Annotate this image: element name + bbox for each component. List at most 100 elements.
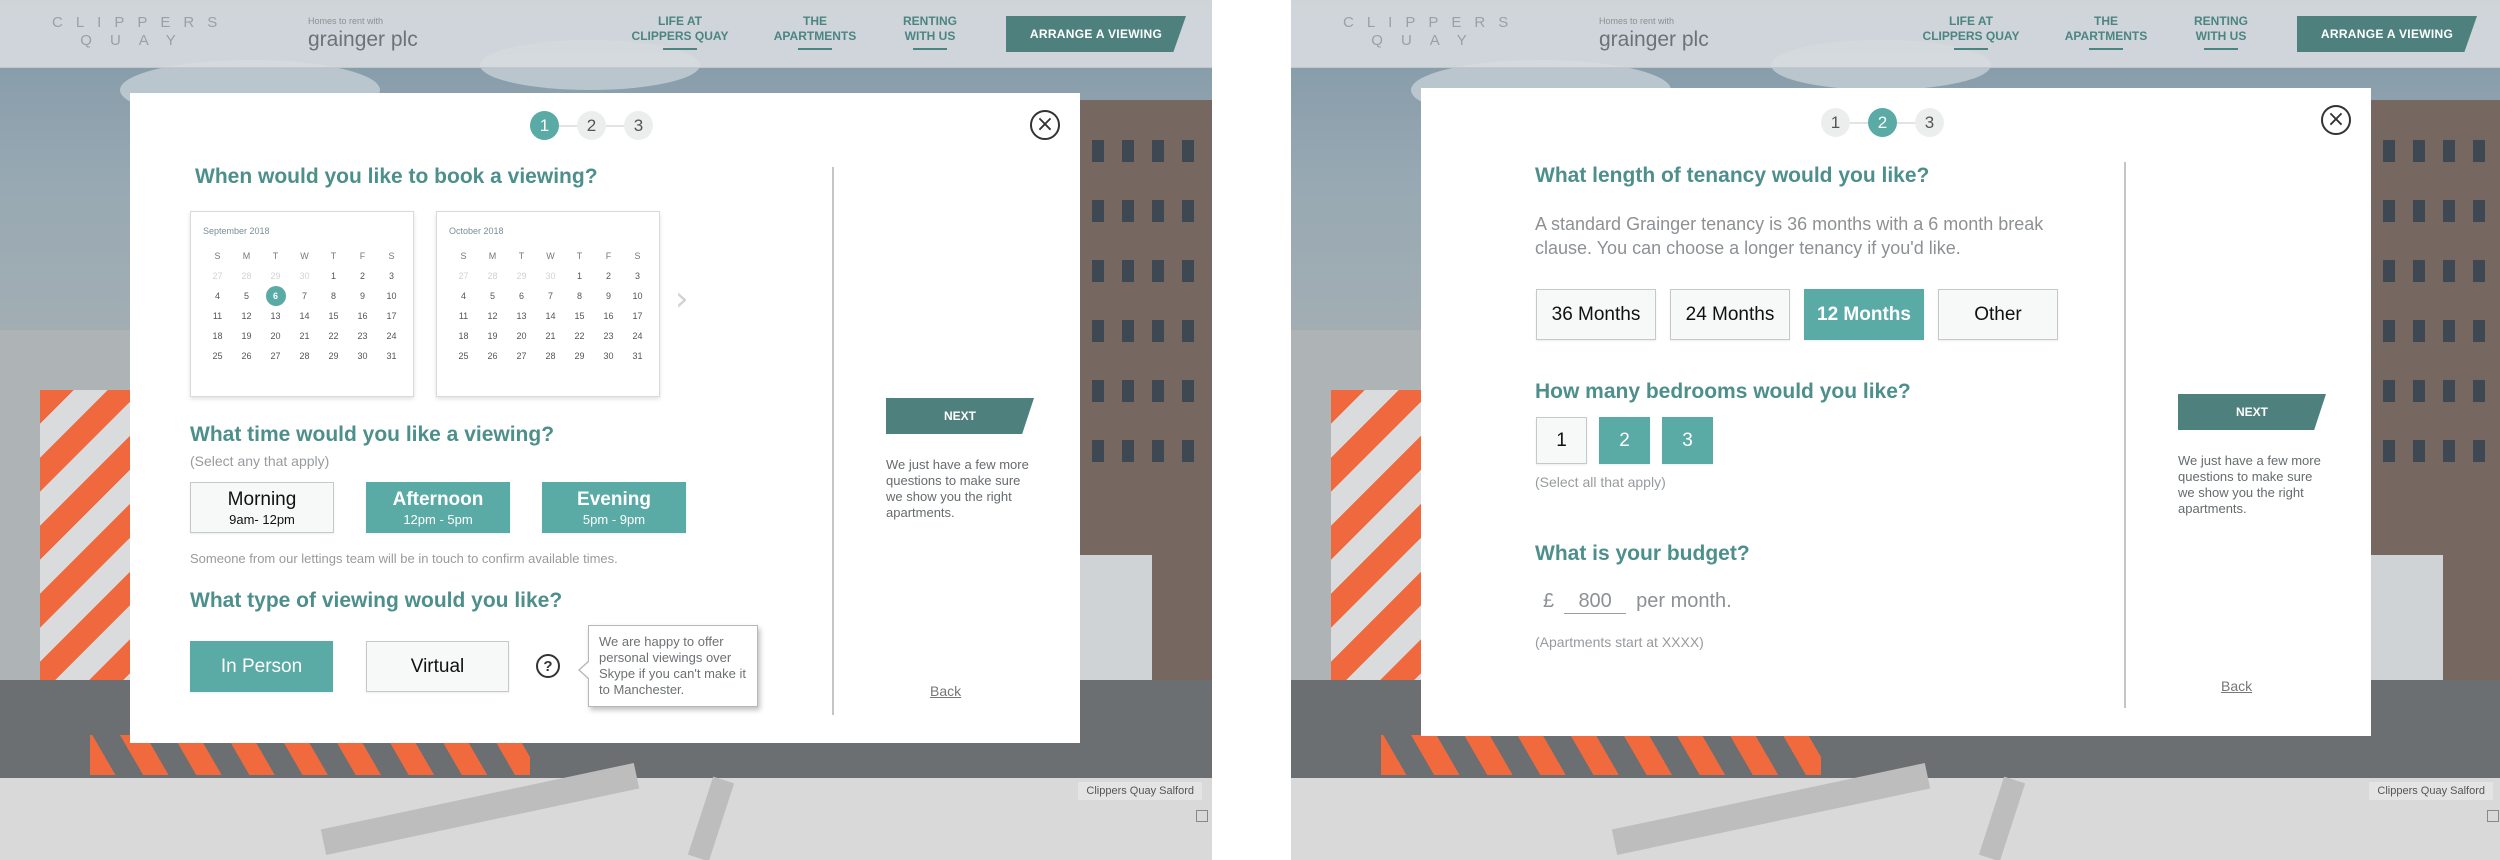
bedroom-option-3[interactable]: 3 [1662, 417, 1713, 464]
calendar-day[interactable]: 16 [348, 306, 377, 326]
step-3[interactable]: 3 [1915, 108, 1944, 137]
calendar-day[interactable]: 13 [507, 306, 536, 326]
calendar-day[interactable]: 1 [565, 266, 594, 286]
calendar-day[interactable]: 28 [232, 266, 261, 286]
calendar-day[interactable]: 13 [261, 306, 290, 326]
calendar-day[interactable]: 18 [449, 326, 478, 346]
time-option-afternoon[interactable]: Afternoon 12pm - 5pm [366, 482, 510, 533]
help-icon[interactable]: ? [536, 654, 560, 678]
step-2[interactable]: 2 [577, 111, 606, 140]
calendar-day[interactable]: 29 [565, 346, 594, 366]
calendar-day[interactable]: 15 [565, 306, 594, 326]
calendar-day[interactable]: 18 [203, 326, 232, 346]
calendar-day[interactable]: 3 [623, 266, 652, 286]
calendar-day[interactable]: 21 [536, 326, 565, 346]
nav-life-at-clippers-quay[interactable]: LIFE AT CLIPPERS QUAY [1921, 14, 2021, 50]
calendar-day[interactable]: 17 [377, 306, 406, 326]
calendar-day[interactable]: 2 [348, 266, 377, 286]
next-button[interactable]: NEXT [2178, 394, 2326, 430]
calendar-day[interactable]: 9 [594, 286, 623, 306]
calendar-day-selected[interactable]: 6 [265, 286, 286, 306]
calendar-day[interactable]: 19 [478, 326, 507, 346]
calendar-day[interactable]: 9 [348, 286, 377, 306]
calendar-day[interactable]: 22 [565, 326, 594, 346]
arrange-viewing-button[interactable]: ARRANGE A VIEWING [2297, 16, 2477, 52]
tenancy-option-12-months[interactable]: 12 Months [1804, 289, 1924, 340]
calendar-day[interactable]: 28 [536, 346, 565, 366]
calendar-day[interactable]: 6 [507, 286, 536, 306]
step-3[interactable]: 3 [624, 111, 653, 140]
calendar-day[interactable]: 27 [449, 266, 478, 286]
time-option-evening[interactable]: Evening 5pm - 9pm [542, 482, 686, 533]
calendar-day[interactable]: 17 [623, 306, 652, 326]
calendar-day[interactable]: 24 [623, 326, 652, 346]
bedroom-option-1[interactable]: 1 [1536, 417, 1587, 464]
calendar-day[interactable]: 8 [565, 286, 594, 306]
calendar-day[interactable]: 23 [348, 326, 377, 346]
calendar-day[interactable]: 10 [623, 286, 652, 306]
calendar-day[interactable]: 14 [536, 306, 565, 326]
calendar-day[interactable]: 30 [594, 346, 623, 366]
calendar-day[interactable]: 20 [507, 326, 536, 346]
tenancy-option-24-months[interactable]: 24 Months [1670, 289, 1790, 340]
calendar-day[interactable]: 31 [623, 346, 652, 366]
calendar-day[interactable]: 4 [449, 286, 478, 306]
calendar-day[interactable]: 16 [594, 306, 623, 326]
tenancy-option-other[interactable]: Other [1938, 289, 2058, 340]
nav-renting-with-us[interactable]: RENTING WITH US [2181, 14, 2261, 50]
calendar-day[interactable]: 27 [203, 266, 232, 286]
calendar-day[interactable]: 24 [377, 326, 406, 346]
bedroom-option-2[interactable]: 2 [1599, 417, 1650, 464]
calendar-day[interactable]: 11 [203, 306, 232, 326]
calendar-day[interactable]: 1 [319, 266, 348, 286]
map[interactable]: Clippers Quay Salford [0, 763, 1212, 860]
calendar-day[interactable]: 27 [507, 346, 536, 366]
calendar-day[interactable]: 26 [232, 346, 261, 366]
calendar-day[interactable]: 27 [261, 346, 290, 366]
nav-the-apartments[interactable]: THE APARTMENTS [2061, 14, 2151, 50]
grainger-logo[interactable]: Homes to rent with grainger plc [308, 16, 418, 52]
calendar-day[interactable]: 30 [536, 266, 565, 286]
calendar-day[interactable]: 28 [290, 346, 319, 366]
step-1[interactable]: 1 [530, 111, 559, 140]
calendar-day[interactable]: 7 [536, 286, 565, 306]
calendar-day[interactable]: 15 [319, 306, 348, 326]
calendar-day[interactable]: 29 [261, 266, 290, 286]
viewing-type-virtual[interactable]: Virtual [366, 641, 509, 692]
tenancy-option-36-months[interactable]: 36 Months [1536, 289, 1656, 340]
close-icon[interactable]: × [2321, 105, 2351, 135]
calendar-day[interactable]: 20 [261, 326, 290, 346]
calendar-day[interactable]: 31 [377, 346, 406, 366]
nav-life-at-clippers-quay[interactable]: LIFE AT CLIPPERS QUAY [630, 14, 730, 50]
step-2[interactable]: 2 [1868, 108, 1897, 137]
back-link[interactable]: Back [2221, 678, 2252, 694]
arrange-viewing-button[interactable]: ARRANGE A VIEWING [1006, 16, 1186, 52]
calendar-day[interactable]: 5 [232, 286, 261, 306]
calendar-day[interactable]: 11 [449, 306, 478, 326]
calendar-day[interactable]: 3 [377, 266, 406, 286]
calendar-day[interactable]: 29 [507, 266, 536, 286]
nav-the-apartments[interactable]: THE APARTMENTS [770, 14, 860, 50]
calendar-day[interactable]: 12 [232, 306, 261, 326]
calendar-day[interactable]: 7 [290, 286, 319, 306]
map-expand-icon[interactable] [1196, 810, 1208, 822]
calendar-day[interactable]: 4 [203, 286, 232, 306]
calendar-day[interactable]: 12 [478, 306, 507, 326]
calendar-day[interactable]: 26 [478, 346, 507, 366]
time-option-morning[interactable]: Morning 9am- 12pm [190, 482, 334, 533]
calendar-day[interactable]: 8 [319, 286, 348, 306]
calendar-day[interactable]: 30 [290, 266, 319, 286]
calendar-day[interactable]: 28 [478, 266, 507, 286]
calendar-day[interactable]: 22 [319, 326, 348, 346]
step-1[interactable]: 1 [1821, 108, 1850, 137]
nav-renting-with-us[interactable]: RENTING WITH US [890, 14, 970, 50]
back-link[interactable]: Back [930, 683, 961, 699]
calendar-day[interactable]: 25 [449, 346, 478, 366]
clippers-quay-logo[interactable]: CLIPPERS QUAY [1343, 14, 1513, 50]
calendar-day[interactable]: 30 [348, 346, 377, 366]
viewing-type-in-person[interactable]: In Person [190, 641, 333, 692]
calendar-day[interactable]: 10 [377, 286, 406, 306]
map-expand-icon[interactable] [2487, 810, 2499, 822]
map[interactable]: Clippers Quay Salford [1291, 763, 2500, 860]
clippers-quay-logo[interactable]: CLIPPERS QUAY [52, 14, 222, 50]
